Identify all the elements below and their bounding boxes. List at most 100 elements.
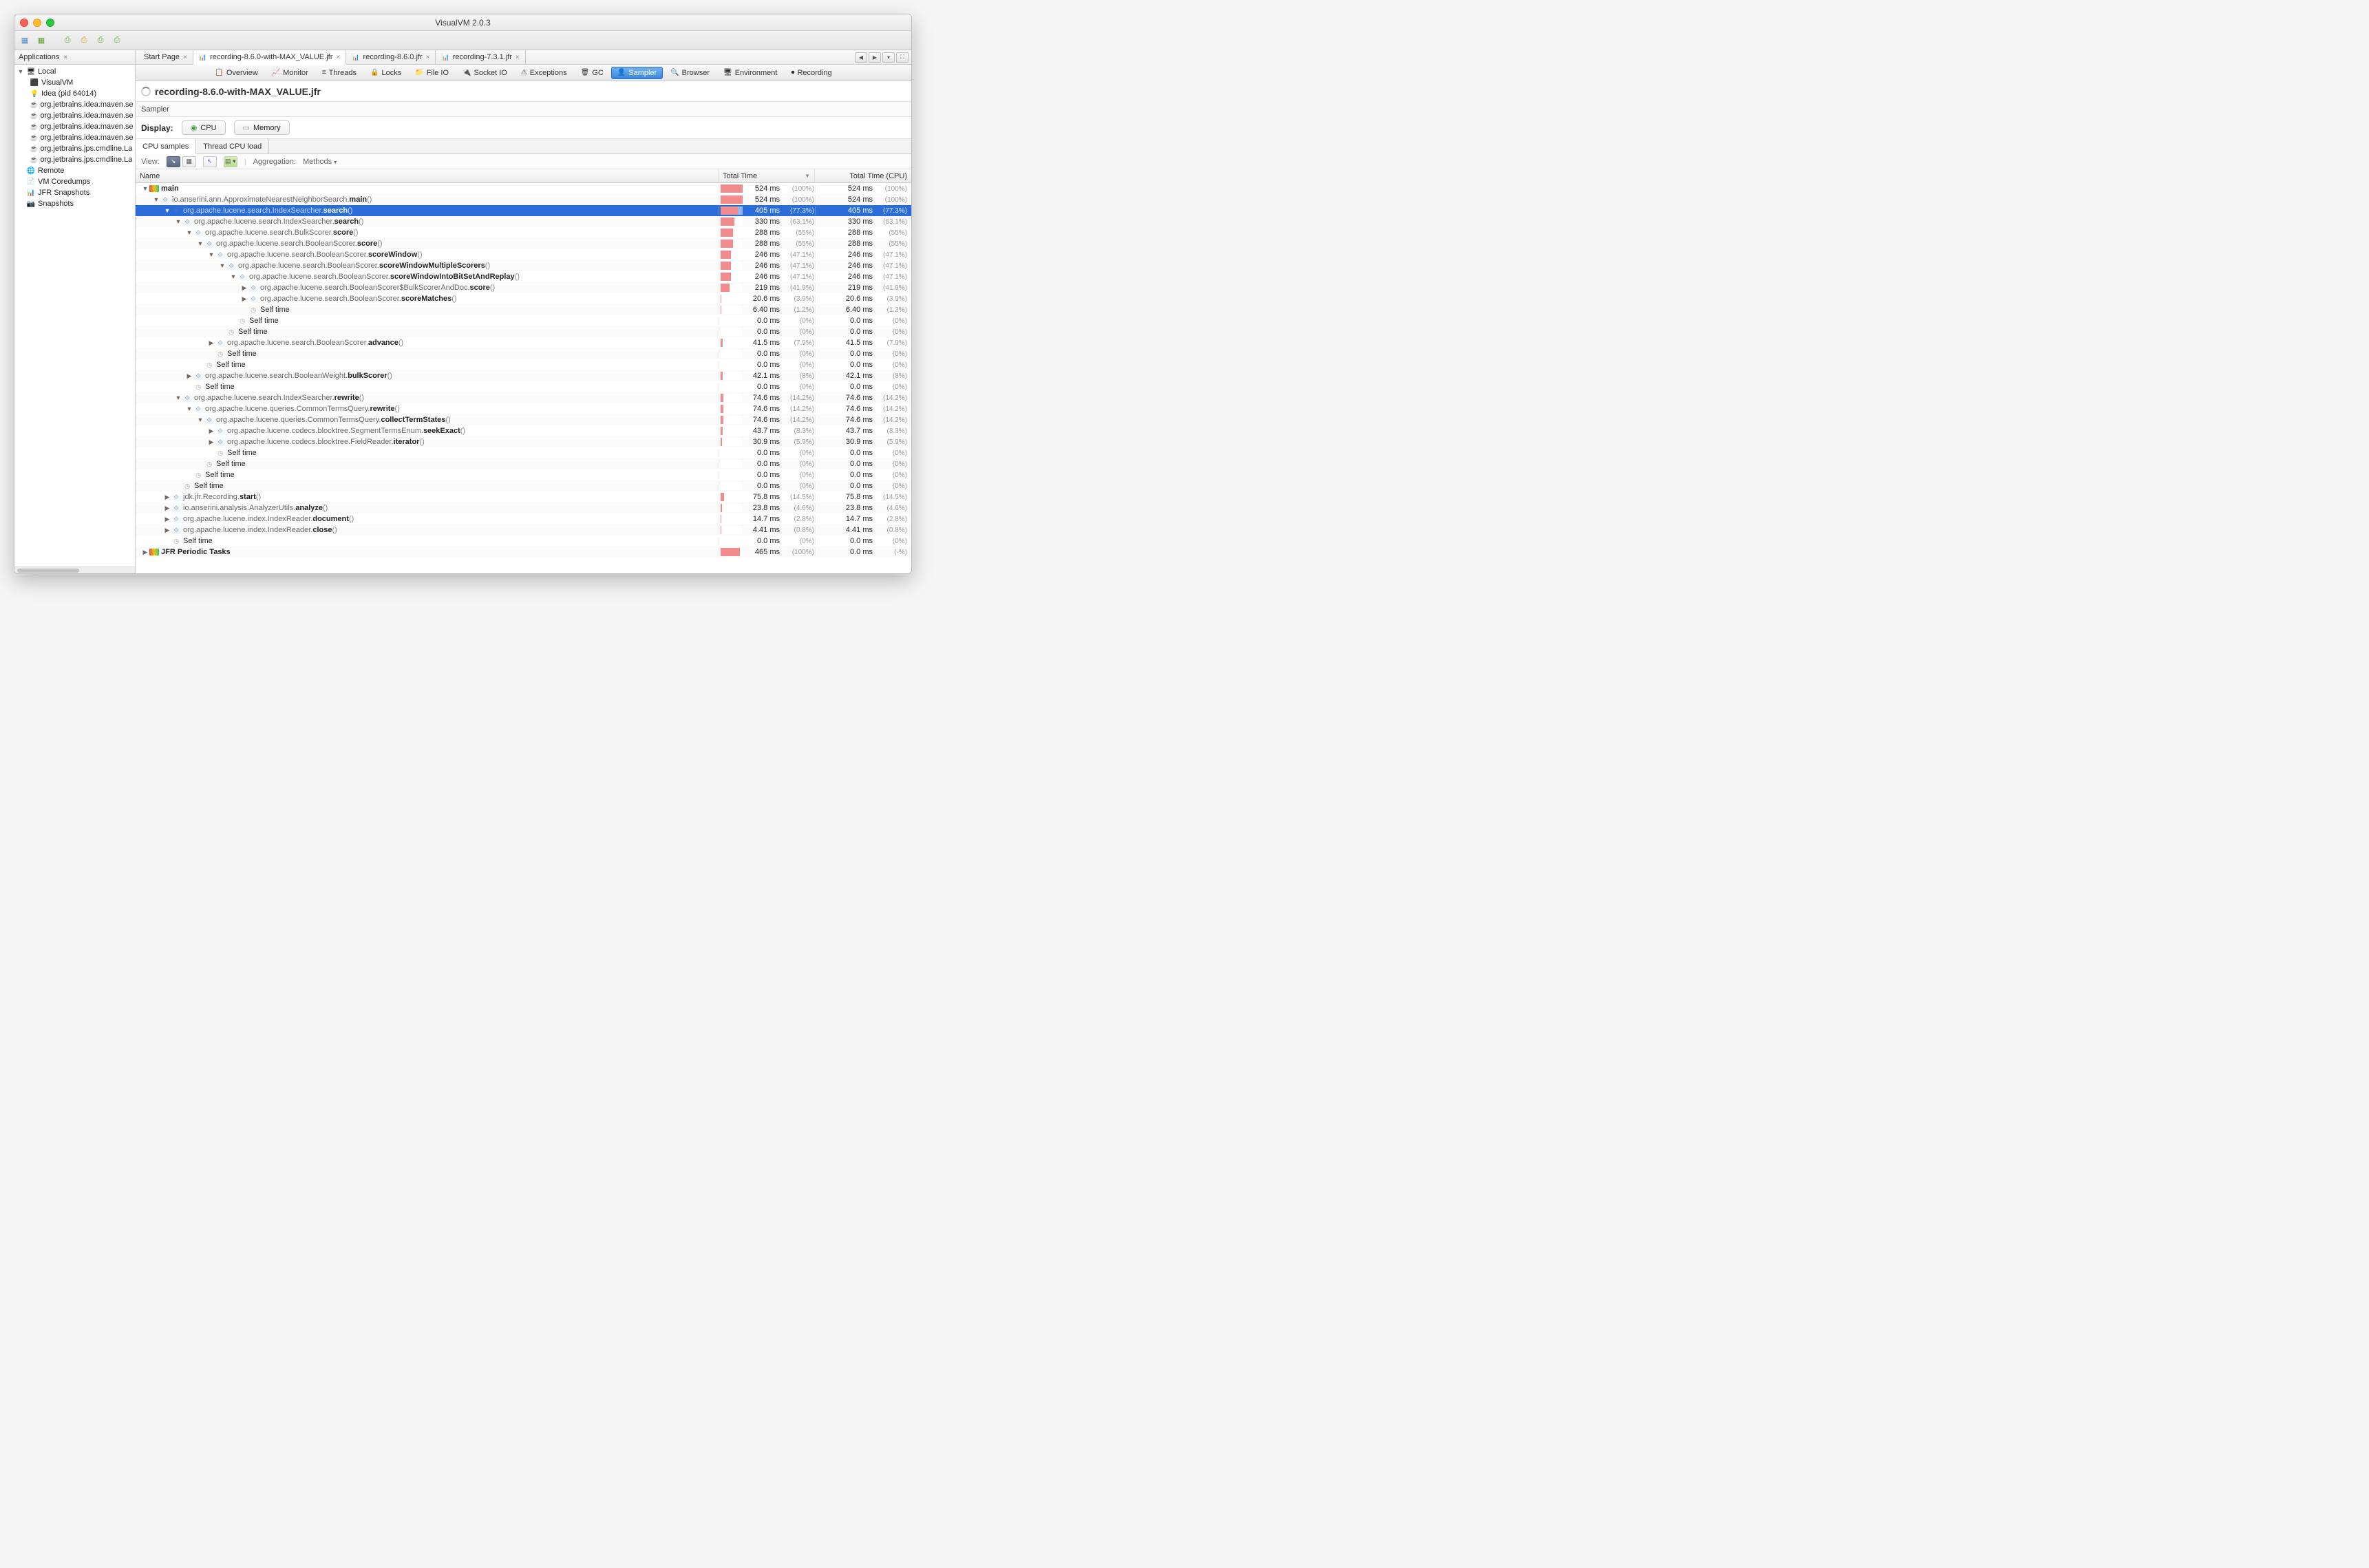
sidebar-app-item[interactable]: ☕org.jetbrains.jps.cmdline.La <box>14 154 135 165</box>
expand-arrow-icon[interactable]: ▶ <box>240 284 248 292</box>
expand-arrow-icon[interactable]: ▶ <box>207 427 215 435</box>
close-icon[interactable]: × <box>426 54 430 61</box>
close-icon[interactable]: × <box>183 54 187 61</box>
sidebar-app-item[interactable]: ☕org.jetbrains.idea.maven.se <box>14 99 135 110</box>
tree-row[interactable]: ◷Self time0.0 ms(0%)0.0 ms(0%) <box>136 315 911 326</box>
expand-arrow-icon[interactable]: ▶ <box>207 438 215 446</box>
sidebar-app-item[interactable]: 💡Idea (pid 64014) <box>14 88 135 99</box>
expand-arrow-icon[interactable]: ▼ <box>207 251 215 258</box>
section-browser[interactable]: 🔍Browser <box>664 67 716 79</box>
toolbar-icon[interactable]: ⎙ <box>61 34 74 47</box>
expand-arrow-icon[interactable]: ▼ <box>185 405 193 412</box>
expand-arrow-icon[interactable]: ▼ <box>152 196 160 203</box>
tree-row[interactable]: ◷Self time0.0 ms(0%)0.0 ms(0%) <box>136 469 911 480</box>
tree-row[interactable]: ▶⟐org.apache.lucene.codecs.blocktree.Seg… <box>136 425 911 436</box>
tab-nav-left[interactable]: ◀ <box>855 52 867 63</box>
tree-row[interactable]: ▼⟐org.apache.lucene.search.BooleanScorer… <box>136 260 911 271</box>
tree-row[interactable]: ◷Self time0.0 ms(0%)0.0 ms(0%) <box>136 348 911 359</box>
expand-arrow-icon[interactable]: ▼ <box>163 207 171 214</box>
tree-row[interactable]: ▶⟐org.apache.lucene.search.BooleanScorer… <box>136 293 911 304</box>
sidebar-scrollbar[interactable] <box>14 566 135 573</box>
expand-arrow-icon[interactable]: ▶ <box>240 295 248 303</box>
tab-nav-dropdown[interactable]: ▾ <box>882 52 895 63</box>
section-recording[interactable]: ⏺Recording <box>785 67 838 79</box>
toolbar-icon[interactable]: ▦ <box>19 34 31 47</box>
section-locks[interactable]: 🔒Locks <box>364 67 407 79</box>
sidebar-app-item[interactable]: ☕org.jetbrains.idea.maven.se <box>14 121 135 132</box>
view-flat-button[interactable]: ▦ <box>182 156 196 167</box>
tree-row[interactable]: ▼⟐org.apache.lucene.search.BooleanScorer… <box>136 271 911 282</box>
tree-row[interactable]: ▼⟐org.apache.lucene.search.IndexSearcher… <box>136 205 911 216</box>
section-gc[interactable]: 🗑GC <box>575 67 610 79</box>
tab-cpu-samples[interactable]: CPU samples <box>136 139 196 154</box>
tree-row[interactable]: ▼⟐org.apache.lucene.queries.CommonTermsQ… <box>136 403 911 414</box>
close-icon[interactable]: × <box>516 54 520 61</box>
editor-tab[interactable]: 📊recording-7.3.1.jfr× <box>436 50 525 64</box>
tree-row[interactable]: ◷Self time0.0 ms(0%)0.0 ms(0%) <box>136 359 911 370</box>
applications-tree[interactable]: ▼🖥Local ⬛VisualVM💡Idea (pid 64014)☕org.j… <box>14 65 135 566</box>
toolbar-icon[interactable]: ▦ <box>35 34 47 47</box>
tree-row[interactable]: ▶⟐org.apache.lucene.search.BooleanScorer… <box>136 282 911 293</box>
tree-row[interactable]: ▼⟐org.apache.lucene.search.BooleanScorer… <box>136 238 911 249</box>
expand-arrow-icon[interactable]: ▶ <box>163 527 171 534</box>
tree-row[interactable]: ◷Self time0.0 ms(0%)0.0 ms(0%) <box>136 381 911 392</box>
toolbar-icon[interactable]: ⎙ <box>78 34 90 47</box>
tree-row[interactable]: ◷Self time0.0 ms(0%)0.0 ms(0%) <box>136 480 911 491</box>
tree-row[interactable]: ◷Self time0.0 ms(0%)0.0 ms(0%) <box>136 536 911 547</box>
view-tree-button[interactable]: ↘ <box>167 156 180 167</box>
col-total-time-cpu[interactable]: Total Time (CPU) <box>815 169 911 182</box>
expand-arrow-icon[interactable]: ▶ <box>163 494 171 501</box>
col-name[interactable]: Name <box>136 169 719 182</box>
tree-row[interactable]: ▼main524 ms(100%)524 ms(100%) <box>136 183 911 194</box>
display-cpu-button[interactable]: ◉CPU <box>182 120 226 135</box>
expand-arrow-icon[interactable]: ▶ <box>207 339 215 347</box>
sidebar-app-item[interactable]: ☕org.jetbrains.jps.cmdline.La <box>14 143 135 154</box>
tree-row[interactable]: ◷Self time0.0 ms(0%)0.0 ms(0%) <box>136 326 911 337</box>
tree-row[interactable]: ◷Self time0.0 ms(0%)0.0 ms(0%) <box>136 447 911 458</box>
section-environment[interactable]: 🖥Environment <box>717 67 783 79</box>
call-tree[interactable]: ▼main524 ms(100%)524 ms(100%)▼⟐io.anseri… <box>136 183 911 573</box>
sidebar-app-item[interactable]: ☕org.jetbrains.idea.maven.se <box>14 110 135 121</box>
tree-row[interactable]: ▼⟐org.apache.lucene.search.IndexSearcher… <box>136 216 911 227</box>
expand-arrow-icon[interactable]: ▼ <box>185 229 193 236</box>
expand-arrow-icon[interactable]: ▼ <box>218 262 226 269</box>
aggregation-dropdown[interactable]: Methods ▾ <box>303 158 337 166</box>
expand-arrow-icon[interactable]: ▼ <box>141 185 149 192</box>
close-icon[interactable]: × <box>336 54 340 61</box>
display-memory-button[interactable]: ▭Memory <box>234 120 290 135</box>
tree-row[interactable]: ▶⟐io.anserini.analysis.AnalyzerUtils.ana… <box>136 502 911 513</box>
expand-arrow-icon[interactable]: ▶ <box>185 372 193 380</box>
tab-nav-right[interactable]: ▶ <box>869 52 881 63</box>
section-threads[interactable]: ≡Threads <box>316 67 363 79</box>
section-overview[interactable]: 📋Overview <box>209 67 264 79</box>
expand-arrow-icon[interactable]: ▶ <box>163 505 171 512</box>
tree-row[interactable]: ▶JFR Periodic Tasks465 ms(100%)0.0 ms(-%… <box>136 547 911 558</box>
expand-arrow-icon[interactable]: ▼ <box>196 240 204 247</box>
tree-row[interactable]: ▼⟐org.apache.lucene.queries.CommonTermsQ… <box>136 414 911 425</box>
tree-row[interactable]: ▶⟐jdk.jfr.Recording.start ()75.8 ms(14.5… <box>136 491 911 502</box>
view-reverse-button[interactable]: ↖ <box>203 156 217 167</box>
toolbar-icon[interactable]: ⎙ <box>94 34 107 47</box>
tree-row[interactable]: ▶⟐org.apache.lucene.index.IndexReader.cl… <box>136 525 911 536</box>
view-filter-button[interactable]: ▤ ▾ <box>224 156 237 167</box>
tree-row[interactable]: ▶⟐org.apache.lucene.index.IndexReader.do… <box>136 513 911 525</box>
section-sampler[interactable]: 👤Sampler <box>611 67 663 79</box>
expand-arrow-icon[interactable]: ▼ <box>229 273 237 280</box>
expand-arrow-icon[interactable]: ▼ <box>174 218 182 225</box>
tree-row[interactable]: ◷Self time6.40 ms(1.2%)6.40 ms(1.2%) <box>136 304 911 315</box>
toolbar-icon[interactable]: ⎙ <box>111 34 123 47</box>
tree-row[interactable]: ▶⟐org.apache.lucene.search.BooleanScorer… <box>136 337 911 348</box>
tree-row[interactable]: ▼⟐org.apache.lucene.search.BulkScorer.sc… <box>136 227 911 238</box>
section-monitor[interactable]: 📈Monitor <box>266 67 315 79</box>
tree-row[interactable]: ◷Self time0.0 ms(0%)0.0 ms(0%) <box>136 458 911 469</box>
close-icon[interactable]: × <box>63 54 67 61</box>
editor-tab[interactable]: 📊recording-8.6.0-with-MAX_VALUE.jfr× <box>193 50 346 65</box>
section-socket io[interactable]: 🔌Socket IO <box>456 67 513 79</box>
tab-maximize[interactable]: ⛶ <box>896 52 909 63</box>
sidebar-app-item[interactable]: ☕org.jetbrains.idea.maven.se <box>14 132 135 143</box>
section-exceptions[interactable]: ⚠Exceptions <box>515 67 573 79</box>
section-file io[interactable]: 📁File IO <box>409 67 455 79</box>
expand-arrow-icon[interactable]: ▶ <box>163 516 171 523</box>
tree-row[interactable]: ▶⟐org.apache.lucene.search.BooleanWeight… <box>136 370 911 381</box>
expand-arrow-icon[interactable]: ▼ <box>174 394 182 401</box>
